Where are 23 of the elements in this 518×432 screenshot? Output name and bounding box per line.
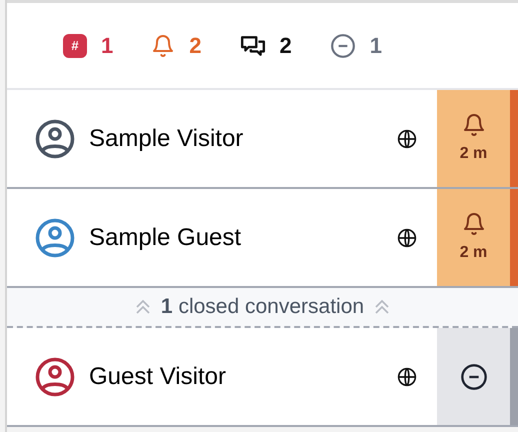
visitor-name: Sample Visitor [89,124,244,154]
counter-value: 2 [280,32,292,60]
globe-icon [397,366,417,386]
closed-conversations-toggle[interactable]: 1 closed conversation [7,288,518,328]
conversation-row[interactable]: Sample Visitor 2 m [7,90,518,189]
counter-value: 1 [101,32,114,60]
wait-time: 2 m [460,144,488,164]
conversation-row[interactable]: Sample Guest 2 m [7,189,518,288]
minus-circle-icon [460,362,488,390]
closed-conversation-count: 1 closed conversation [160,294,364,320]
globe-icon [397,228,417,248]
wait-time: 2 m [460,242,488,262]
bell-icon [462,112,486,138]
counter-value: 1 [370,32,382,60]
visitor-name: Guest Visitor [89,362,227,392]
minus-circle-icon [330,32,356,58]
counter-value: 2 [189,32,202,60]
bell-icon [151,32,176,58]
globe-icon [397,128,417,148]
hash-icon: # [63,34,87,58]
conversation-row[interactable]: Guest Visitor [7,328,518,427]
bell-icon [462,210,486,236]
visitor-name: Sample Guest [89,222,242,252]
